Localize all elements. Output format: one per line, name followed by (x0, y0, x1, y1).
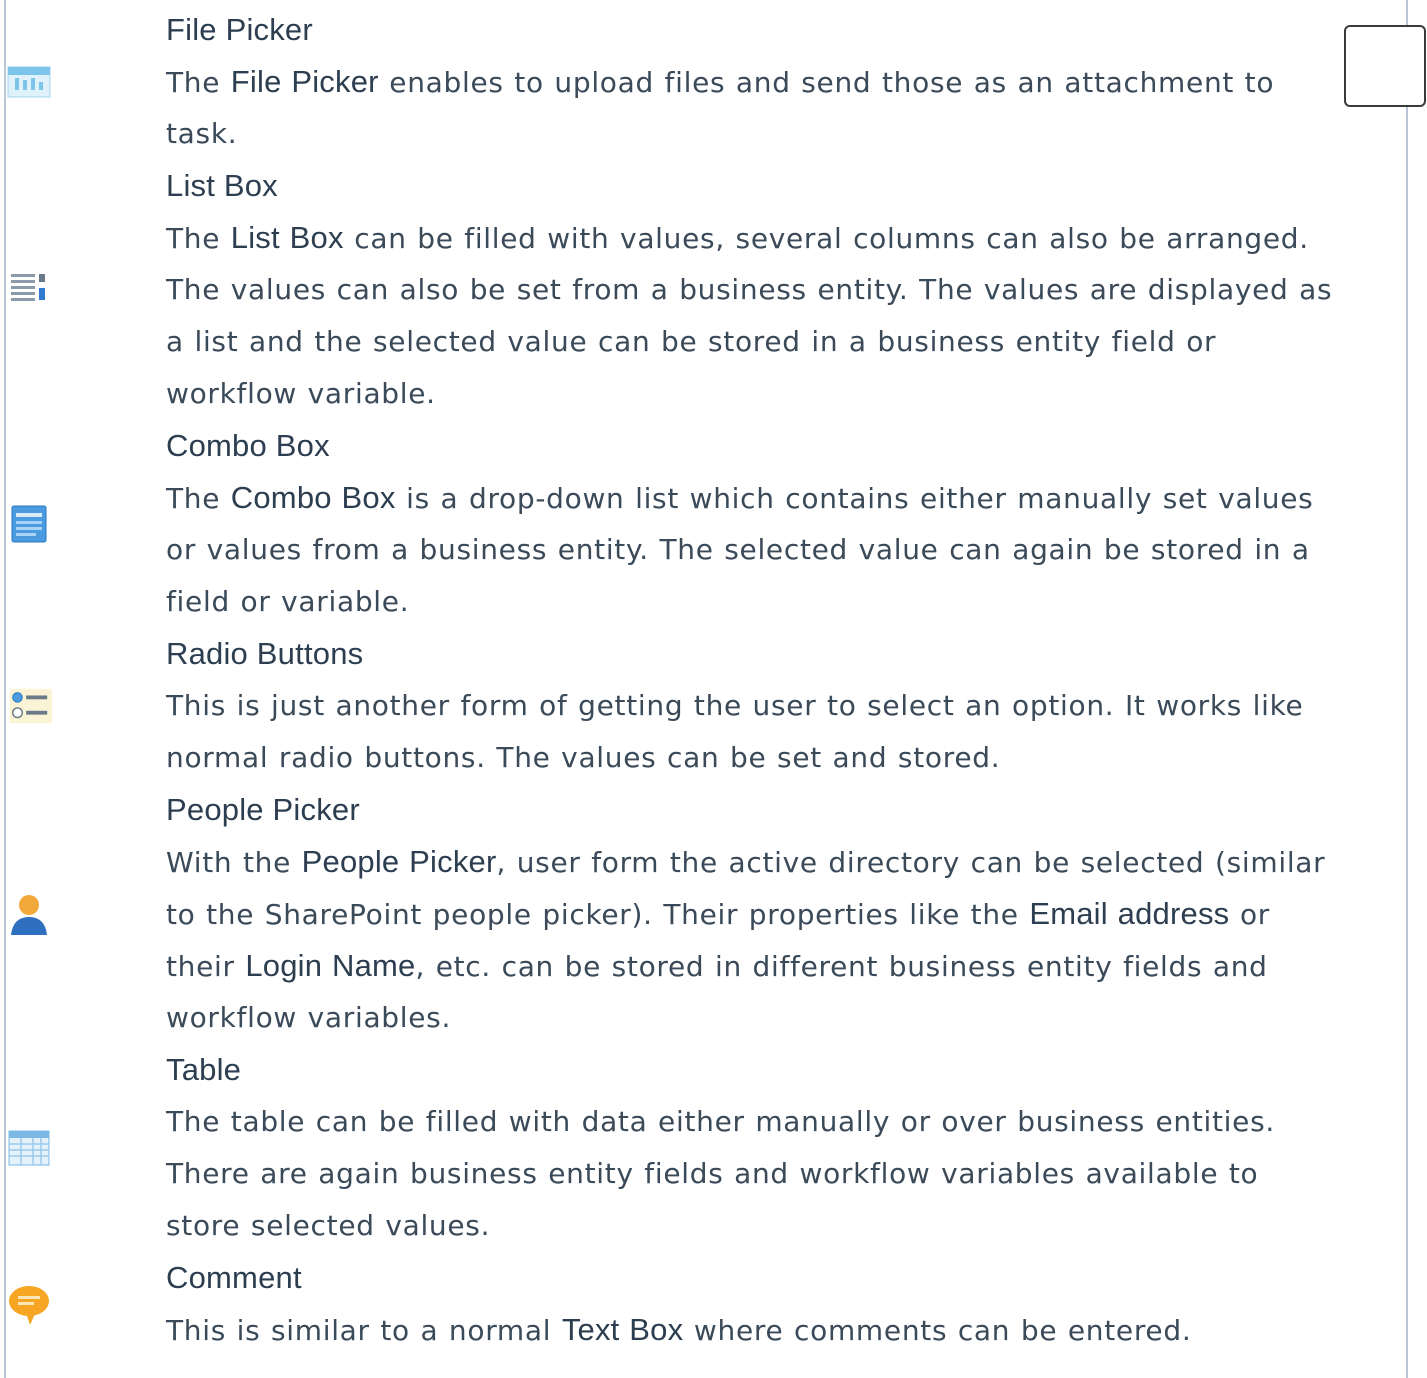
text-segment: The table can be filled with data either… (166, 1105, 1275, 1138)
description-line: workflow variables. (166, 992, 1406, 1044)
description-line: or values from a business entity. The se… (166, 524, 1406, 576)
list-item: People Picker With the People Picker, use… (11, 784, 1406, 1044)
text-segment: a list and the selected value can be sto… (166, 325, 1217, 358)
text-segment: store selected values. (166, 1209, 491, 1242)
text-segment: There are again business entity fields a… (166, 1157, 1259, 1190)
item-title: List Box (166, 168, 278, 203)
text-segment: workflow variable. (166, 377, 436, 410)
controls-description-list: File Picker The File Picker enables to up… (7, 4, 1406, 1356)
file-picker-icon (6, 4, 52, 160)
item-title: Radio Buttons (166, 636, 364, 671)
text-segment: This is similar to a normal (166, 1314, 562, 1347)
emphasized-term: Combo Box (230, 480, 396, 515)
description-line: store selected values. (166, 1200, 1406, 1252)
table-icon (6, 1044, 52, 1252)
text-segment: The (166, 66, 231, 99)
text-segment: , etc. can be stored in different busine… (415, 950, 1268, 983)
emphasized-term: Text Box (561, 1312, 684, 1347)
right-border (1406, 0, 1408, 1378)
description-line: The table can be filled with data either… (166, 1096, 1406, 1148)
list-item: Radio Buttons This is just another form o… (9, 628, 1406, 784)
text-segment: can be filled with values, several colum… (343, 222, 1309, 255)
item-description: The table can be filled with data either… (166, 1096, 1406, 1252)
item-description: The File Picker enables to upload files … (166, 56, 1406, 160)
emphasized-term: Login Name (245, 948, 416, 983)
list-item: File Picker The File Picker enables to up… (7, 4, 1406, 160)
text-segment: or values from a business entity. The se… (166, 533, 1310, 566)
list-item: List Box The List Box can be filled with … (11, 160, 1406, 420)
text-segment: The (166, 222, 231, 255)
item-title: Combo Box (166, 428, 330, 463)
list-box-icon (6, 160, 52, 420)
text-segment: task. (166, 117, 238, 150)
text-segment: enables to upload files and send those a… (378, 66, 1275, 99)
radio-buttons-icon (6, 628, 52, 784)
text-segment: normal radio buttons. The values can be … (166, 741, 1001, 774)
emphasized-term: List Box (230, 220, 344, 255)
item-description: The List Box can be filled with values, … (166, 212, 1406, 420)
description-line: There are again business entity fields a… (166, 1148, 1406, 1200)
item-title: Comment (166, 1260, 302, 1295)
text-segment: The (166, 482, 231, 515)
description-line: to the SharePoint people picker). Their … (166, 888, 1406, 940)
description-line: workflow variable. (166, 368, 1406, 420)
emphasized-term: File Picker (230, 64, 379, 99)
description-line: The Combo Box is a drop-down list which … (166, 472, 1406, 524)
text-segment: The values can also be set from a busine… (166, 273, 1333, 306)
description-line: task. (166, 108, 1406, 160)
item-description: This is just another form of getting the… (166, 680, 1406, 784)
text-segment: This is just another form of getting the… (166, 689, 1304, 722)
item-title: File Picker (166, 12, 313, 47)
item-title: Table (166, 1052, 242, 1087)
comment-icon (6, 1252, 52, 1356)
list-item: Comment This is similar to a normal Text … (9, 1252, 1406, 1356)
people-picker-icon (6, 784, 52, 1044)
item-description: The Combo Box is a drop-down list which … (166, 472, 1406, 628)
list-item: Combo Box The Combo Box is a drop-down li… (11, 420, 1406, 628)
description-line: their Login Name, etc. can be stored in … (166, 940, 1406, 992)
combo-box-icon (6, 420, 52, 628)
text-segment: where comments can be entered. (683, 1314, 1192, 1347)
description-line: With the People Picker, user form the ac… (166, 836, 1406, 888)
text-segment: field or variable. (166, 585, 410, 618)
text-segment: or (1229, 898, 1270, 931)
description-line: This is just another form of getting the… (166, 680, 1406, 732)
description-line: This is similar to a normal Text Box whe… (166, 1304, 1406, 1356)
description-line: a list and the selected value can be sto… (166, 316, 1406, 368)
item-description: With the People Picker, user form the ac… (166, 836, 1406, 1044)
emphasized-term: People Picker (301, 844, 497, 879)
description-line: The File Picker enables to upload files … (166, 56, 1406, 108)
text-segment: workflow variables. (166, 1001, 452, 1034)
description-line: The values can also be set from a busine… (166, 264, 1406, 316)
text-segment: their (166, 950, 246, 983)
list-item: Table The table can be filled with data e… (8, 1044, 1406, 1252)
text-segment: With the (166, 846, 302, 879)
text-segment: to the SharePoint people picker). Their … (166, 898, 1030, 931)
description-line: field or variable. (166, 576, 1406, 628)
emphasized-term: Email address (1029, 896, 1230, 931)
item-description: This is similar to a normal Text Box whe… (166, 1304, 1406, 1356)
text-segment: is a drop-down list which contains eithe… (395, 482, 1314, 515)
empty-box[interactable] (1344, 25, 1426, 107)
text-segment: , user form the active directory can be … (496, 846, 1326, 879)
description-line: normal radio buttons. The values can be … (166, 732, 1406, 784)
item-title: People Picker (166, 792, 360, 827)
description-line: The List Box can be filled with values, … (166, 212, 1406, 264)
